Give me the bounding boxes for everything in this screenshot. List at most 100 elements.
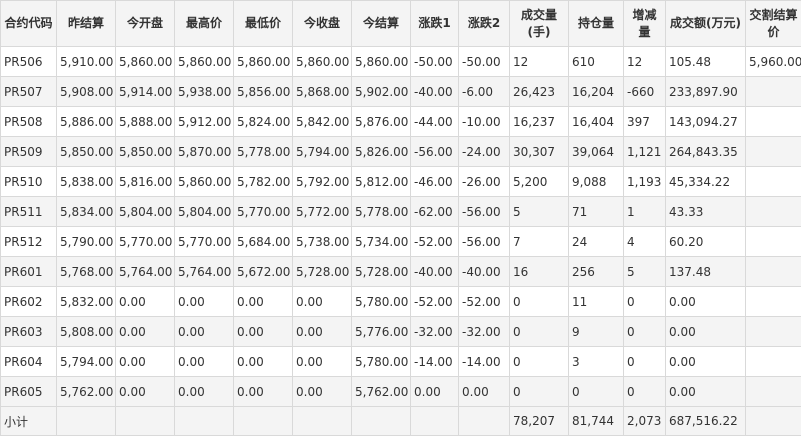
table-cell	[745, 376, 801, 407]
contract-code-cell: PR506	[0, 46, 57, 77]
table-row: PR603 5,808.00 0.00 0.00 0.00 0.00 5,776.00 -32…	[0, 316, 801, 347]
table-cell: 0	[509, 286, 569, 317]
table-cell: 5,776.00	[351, 316, 411, 347]
table-cell: 5,856.00	[233, 76, 293, 107]
table-cell: 5,826.00	[351, 136, 411, 167]
table-row: PR512 5,790.00 5,770.00 5,770.00 5,684.00 5,7…	[0, 226, 801, 257]
table-cell: -52.00	[458, 286, 510, 317]
table-cell: 5,778.00	[233, 136, 293, 167]
table-cell: 43.33	[665, 196, 746, 227]
subtotal-cell	[292, 406, 352, 436]
table-cell: -56.00	[458, 196, 510, 227]
table-cell: 3	[568, 346, 624, 377]
table-cell: 26,423	[509, 76, 569, 107]
contract-code-cell: PR510	[0, 166, 57, 197]
table-cell: -24.00	[458, 136, 510, 167]
table-cell: 5,804.00	[115, 196, 175, 227]
table-cell: -14.00	[458, 346, 510, 377]
table-cell: 5	[509, 196, 569, 227]
table-cell: 0	[623, 316, 666, 347]
table-cell: 1	[623, 196, 666, 227]
table-row: PR605 5,762.00 0.00 0.00 0.00 0.00 5,762.00 0.0…	[0, 376, 801, 407]
table-cell: 0	[623, 376, 666, 407]
table-cell: 5,816.00	[115, 166, 175, 197]
table-row: PR602 5,832.00 0.00 0.00 0.00 0.00 5,780.00 -52…	[0, 286, 801, 317]
table-footer: 小计 78,207 81,744 2,073 687,516.22	[0, 406, 801, 436]
table-cell: 16,237	[509, 106, 569, 137]
table-row: PR510 5,838.00 5,816.00 5,860.00 5,782.00 5,7…	[0, 166, 801, 197]
subtotal-label: 小计	[0, 406, 57, 436]
table-cell: 0.00	[665, 346, 746, 377]
header-row: 合约代码 昨结算 今开盘 最高价 最低价 今收盘 今结算 涨跌1 涨跌2 成交量(手) 持仓量 增减量…	[0, 0, 801, 47]
table-cell: 5,850.00	[56, 136, 116, 167]
column-header: 最高价	[174, 0, 234, 47]
table-cell: 5,672.00	[233, 256, 293, 287]
table-row: PR509 5,850.00 5,850.00 5,870.00 5,778.00 5,7…	[0, 136, 801, 167]
table-cell: 5,794.00	[292, 136, 352, 167]
subtotal-cell	[410, 406, 459, 436]
table-cell: 12	[623, 46, 666, 77]
table-cell: 5,762.00	[351, 376, 411, 407]
table-cell: 60.20	[665, 226, 746, 257]
table-cell: 5,860.00	[233, 46, 293, 77]
table-cell: -32.00	[458, 316, 510, 347]
table-cell: 5,772.00	[292, 196, 352, 227]
contract-code-cell: PR605	[0, 376, 57, 407]
table-cell: 0.00	[292, 286, 352, 317]
table-cell: 7	[509, 226, 569, 257]
table-cell: 12	[509, 46, 569, 77]
table-cell: -44.00	[410, 106, 459, 137]
table-cell: 0.00	[115, 286, 175, 317]
table-row: PR506 5,910.00 5,860.00 5,860.00 5,860.00 5,8…	[0, 46, 801, 77]
table-cell	[745, 316, 801, 347]
table-cell: -52.00	[410, 226, 459, 257]
subtotal-row: 小计 78,207 81,744 2,073 687,516.22	[0, 406, 801, 436]
column-header: 今收盘	[292, 0, 352, 47]
table-cell: 0	[509, 346, 569, 377]
table-cell: -56.00	[410, 136, 459, 167]
column-header: 持仓量	[568, 0, 624, 47]
table-cell: 5,794.00	[56, 346, 116, 377]
table-cell: 233,897.90	[665, 76, 746, 107]
table-cell: 137.48	[665, 256, 746, 287]
table-cell: -40.00	[410, 256, 459, 287]
table-cell: 5,738.00	[292, 226, 352, 257]
table-cell: 5,780.00	[351, 346, 411, 377]
table-cell: 0.00	[665, 286, 746, 317]
table-cell: 0.00	[174, 376, 234, 407]
table-cell: -660	[623, 76, 666, 107]
table-cell: 5,790.00	[56, 226, 116, 257]
table-cell: 5,860.00	[351, 46, 411, 77]
subtotal-cell	[56, 406, 116, 436]
table-cell: 5,808.00	[56, 316, 116, 347]
table-cell: 5,860.00	[115, 46, 175, 77]
contract-code-cell: PR604	[0, 346, 57, 377]
table-cell: 0	[509, 316, 569, 347]
contract-code-cell: PR507	[0, 76, 57, 107]
table-cell: 5,824.00	[233, 106, 293, 137]
table-cell: 5,764.00	[115, 256, 175, 287]
table-cell: 5,842.00	[292, 106, 352, 137]
table-cell: 5,768.00	[56, 256, 116, 287]
table-cell: -6.00	[458, 76, 510, 107]
table-cell: 0.00	[233, 376, 293, 407]
contract-code-cell: PR602	[0, 286, 57, 317]
futures-quote-table: 合约代码 昨结算 今开盘 最高价 最低价 今收盘 今结算 涨跌1 涨跌2 成交量(手) 持仓量 增减量…	[0, 0, 801, 436]
table-cell: 5,870.00	[174, 136, 234, 167]
table-cell: 5,850.00	[115, 136, 175, 167]
table-cell: 16,204	[568, 76, 624, 107]
table-cell: 45,334.22	[665, 166, 746, 197]
table-cell: 610	[568, 46, 624, 77]
table-cell: 5,728.00	[351, 256, 411, 287]
table-row: PR511 5,834.00 5,804.00 5,804.00 5,770.00 5,7…	[0, 196, 801, 227]
column-header: 成交额(万元)	[665, 0, 746, 47]
contract-code-cell: PR603	[0, 316, 57, 347]
table-cell: 5,770.00	[174, 226, 234, 257]
table-cell: 5,860.00	[174, 46, 234, 77]
contract-code-cell: PR512	[0, 226, 57, 257]
table-cell: 0.00	[665, 316, 746, 347]
table-cell: 0.00	[410, 376, 459, 407]
table-cell: -32.00	[410, 316, 459, 347]
table-cell: 143,094.27	[665, 106, 746, 137]
table-cell: 16,404	[568, 106, 624, 137]
